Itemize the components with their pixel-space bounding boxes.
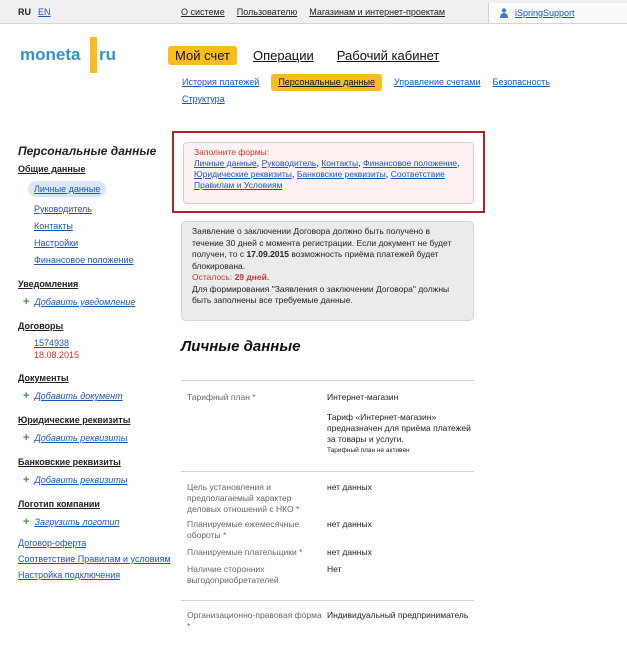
sidebar-item-contacts[interactable]: Контакты xyxy=(34,221,173,231)
notice-text-2: Для формирования "Заявления о заключении… xyxy=(192,283,450,306)
personal-data-table: Тарифный план * Интернет-магазин Тариф «… xyxy=(181,380,474,632)
alert-link-financial[interactable]: Финансовое положение xyxy=(363,158,457,168)
tariff-label: Тарифный план * xyxy=(187,392,256,402)
add-legal-label: Добавить реквизиты xyxy=(34,433,128,443)
add-bank-link[interactable]: + Добавить реквизиты xyxy=(23,474,173,486)
upload-logo-label: Загрузить логотип xyxy=(34,517,120,527)
subnav-structure[interactable]: Структура xyxy=(182,91,225,108)
divider xyxy=(181,380,474,381)
beneficiaries-value: Нет xyxy=(327,564,342,574)
sidebar-documents[interactable]: Документы xyxy=(18,373,173,383)
top-bar: RU EN О системе Пользователю Магазинам и… xyxy=(0,0,627,24)
add-document-link[interactable]: + Добавить документ xyxy=(23,390,173,402)
sidebar-company-logo[interactable]: Логотип компании xyxy=(18,499,173,509)
contract-notice: Заявление о заключении Договора должно б… xyxy=(181,221,474,321)
payers-label: Планируемые плательщики * xyxy=(187,547,303,557)
tariff-value: Интернет-магазин xyxy=(327,392,399,402)
top-link-user[interactable]: Пользователю xyxy=(237,7,297,17)
sidebar-legal[interactable]: Юридические реквизиты xyxy=(18,415,173,425)
sidebar-bank[interactable]: Банковские реквизиты xyxy=(18,457,173,467)
add-bank-label: Добавить реквизиты xyxy=(34,475,128,485)
row-tariff-note: Тарифный план не активен xyxy=(181,445,474,456)
plus-icon: + xyxy=(23,390,30,402)
turnover-value: нет данных xyxy=(327,519,372,529)
plus-icon: + xyxy=(23,474,30,486)
row-turnover: Планируемые ежемесячные обороты * нет да… xyxy=(181,519,474,541)
add-legal-link[interactable]: + Добавить реквизиты xyxy=(23,432,173,444)
section-title: Личные данные xyxy=(181,338,301,355)
add-notification-link[interactable]: + Добавить уведомление xyxy=(23,296,173,308)
alert-link-legal[interactable]: Юридические реквизиты xyxy=(194,169,292,179)
tab-my-account[interactable]: Мой счет xyxy=(168,46,237,65)
alert-link-bank[interactable]: Банковские реквизиты xyxy=(297,169,386,179)
legal-form-label: Организационно-правовая форма * xyxy=(187,610,322,631)
plus-icon: + xyxy=(23,296,30,308)
notice-remaining-label: Осталось: xyxy=(192,272,235,282)
tariff-description: Тариф «Интернет-магазин» предназначен дл… xyxy=(327,412,471,444)
row-legal-form: Организационно-правовая форма * Индивиду… xyxy=(181,610,474,632)
turnover-label: Планируемые ежемесячные обороты * xyxy=(187,519,300,540)
fill-forms-alert: Заполните формы: Личные данные, Руководи… xyxy=(172,131,485,213)
lang-en[interactable]: EN xyxy=(38,7,51,17)
logo-text-moneta: moneta xyxy=(20,45,81,64)
alert-link-contacts[interactable]: Контакты xyxy=(321,158,358,168)
purpose-value: нет данных xyxy=(327,482,372,492)
sidebar-item-settings[interactable]: Настройки xyxy=(34,238,173,248)
beneficiaries-label: Наличие сторонних выгодоприобретателей xyxy=(187,564,279,585)
alert-link-manager[interactable]: Руководитель xyxy=(262,158,317,168)
row-tariff-desc: Тариф «Интернет-магазин» предназначен дл… xyxy=(181,412,474,445)
sidebar-general[interactable]: Общие данные xyxy=(18,164,173,174)
purpose-label: Цель установления и предполагаемый харак… xyxy=(187,482,300,514)
contract-number-link[interactable]: 1574938 xyxy=(34,338,173,348)
alert-link-personal[interactable]: Личные данные xyxy=(194,158,257,168)
legal-form-value: Индивидуальный предприниматель xyxy=(327,610,469,620)
notice-date: 17.09.2015 xyxy=(246,249,289,259)
logo-text-ru: ru xyxy=(99,45,116,64)
link-rules-compliance[interactable]: Соответствие Правилам и условиям xyxy=(18,554,173,564)
tab-workspace[interactable]: Рабочий кабинет xyxy=(330,46,447,65)
user-box[interactable]: iSpringSupport xyxy=(488,3,627,23)
plus-icon: + xyxy=(23,516,30,528)
contract-date: 18.08.2015 xyxy=(34,350,80,360)
tariff-inactive-note: Тарифный план не активен xyxy=(327,447,410,454)
row-beneficiaries: Наличие сторонних выгодоприобретателей Н… xyxy=(181,564,474,586)
sidebar-notifications[interactable]: Уведомления xyxy=(18,279,173,289)
divider xyxy=(181,600,474,601)
plus-icon: + xyxy=(23,432,30,444)
sidebar: Персональные данные Общие данные Личные … xyxy=(18,144,173,586)
sidebar-item-financial[interactable]: Финансовое положение xyxy=(34,255,173,265)
top-link-about[interactable]: О системе xyxy=(181,7,225,17)
lang-ru[interactable]: RU xyxy=(18,7,31,17)
subnav-payment-history[interactable]: История платежей xyxy=(182,74,259,91)
sidebar-title: Персональные данные xyxy=(18,144,157,158)
sub-nav: История платежей Персональные данные Управ… xyxy=(182,74,602,108)
divider xyxy=(181,471,474,472)
subnav-security[interactable]: Безопасность xyxy=(493,74,550,91)
top-link-shops[interactable]: Магазинам и интернет-проектам xyxy=(309,7,445,17)
user-name-link[interactable]: iSpringSupport xyxy=(515,8,575,18)
payers-value: нет данных xyxy=(327,547,372,557)
row-purpose: Цель установления и предполагаемый харак… xyxy=(181,482,474,515)
add-document-label: Добавить документ xyxy=(34,391,123,401)
add-notification-label: Добавить уведомление xyxy=(34,297,136,307)
alert-header: Заполните формы: xyxy=(194,147,270,157)
link-offer-contract[interactable]: Договор-оферта xyxy=(18,538,173,548)
row-payers: Планируемые плательщики * нет данных xyxy=(181,547,474,558)
logo-bar xyxy=(90,37,97,73)
sidebar-item-manager[interactable]: Руководитель xyxy=(34,204,173,214)
sidebar-contracts[interactable]: Договоры xyxy=(18,321,173,331)
link-connection-settings[interactable]: Настройка подключения xyxy=(18,570,173,580)
user-icon xyxy=(500,8,508,18)
sidebar-item-personal-data[interactable]: Личные данные xyxy=(28,181,107,197)
tab-operations[interactable]: Операции xyxy=(246,46,321,65)
subnav-personal-data[interactable]: Персональные данные xyxy=(271,74,382,91)
main-tabs: Мой счет Операции Рабочий кабинет xyxy=(168,46,446,65)
upload-logo-link[interactable]: + Загрузить логотип xyxy=(23,516,173,528)
subnav-account-management[interactable]: Управление счетами xyxy=(394,74,481,91)
notice-remaining-value: 29 дней. xyxy=(234,272,270,282)
row-tariff: Тарифный план * Интернет-магазин xyxy=(181,392,474,403)
top-links: О системе Пользователю Магазинам и интер… xyxy=(181,7,445,17)
fill-forms-panel: Заполните формы: Личные данные, Руководи… xyxy=(183,142,474,204)
